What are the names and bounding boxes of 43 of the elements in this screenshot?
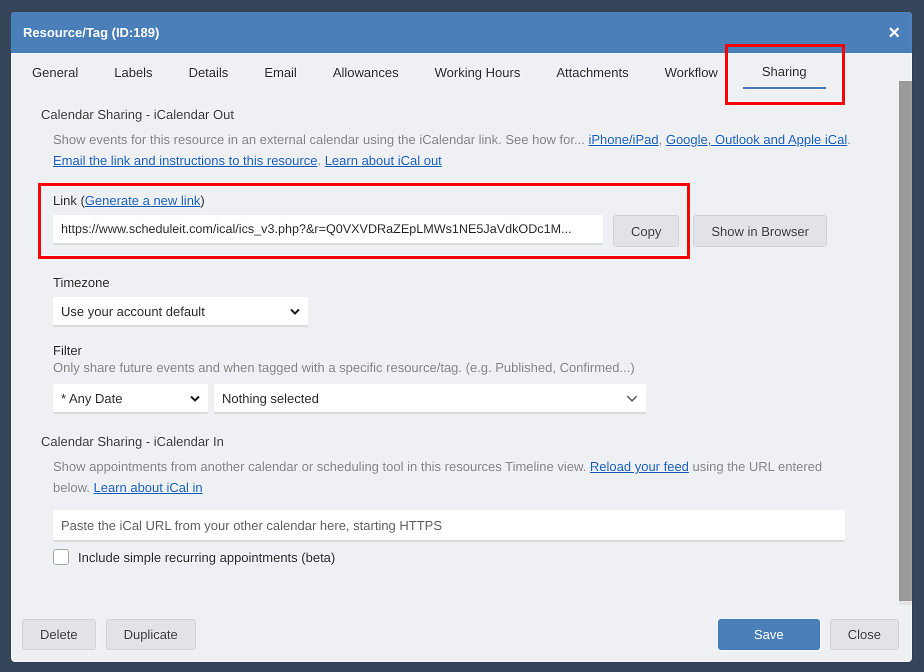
link[interactable]: Generate a new link bbox=[84, 193, 200, 208]
tab[interactable]: Details bbox=[178, 58, 240, 88]
link[interactable]: Learn about iCal in bbox=[93, 480, 203, 495]
tab[interactable]: General bbox=[21, 58, 90, 88]
close-button[interactable]: Close bbox=[830, 619, 899, 650]
hint-text: Only share future events and when tagged with a specific resource/tag. (e.g. Published, Confirmed...) bbox=[53, 360, 636, 375]
tab[interactable]: Working Hours bbox=[424, 58, 532, 88]
description-text: Show appointments from another calendar or scheduling tool in this resources Timeline view. Reload your feed using the URL entered below. Learn about iCal in bbox=[53, 458, 824, 497]
chevron-down-icon bbox=[626, 394, 638, 402]
field-label: Timezone bbox=[53, 275, 111, 290]
dropdown[interactable]: Nothing selected bbox=[214, 384, 646, 414]
copy-button[interactable]: Copy bbox=[613, 215, 680, 247]
show-in-browser-button[interactable]: Show in Browser bbox=[693, 215, 827, 247]
tab[interactable]: Email bbox=[253, 58, 308, 88]
link[interactable]: iPhone/iPad bbox=[588, 132, 659, 147]
tab[interactable]: Sharing bbox=[742, 58, 826, 88]
window-title: Resource/Tag (ID:189) bbox=[23, 25, 160, 40]
link-field[interactable]: https://www.scheduleit.com/ical/ics_v3.php?&r=Q0VXVDRaZEpLMWs1NE5JaVdkODc1M... bbox=[53, 215, 603, 245]
scrollbar[interactable] bbox=[899, 81, 912, 605]
tab[interactable]: Workflow bbox=[654, 58, 729, 88]
chevron-down-icon bbox=[190, 394, 200, 402]
tab[interactable]: Labels bbox=[103, 58, 164, 88]
footer-button[interactable]: Delete bbox=[22, 619, 96, 650]
link[interactable]: Google, Outlook and Apple iCal bbox=[666, 132, 848, 147]
dropdown[interactable]: * Any Date bbox=[53, 384, 208, 414]
field-label: Link (Generate a new link) bbox=[53, 193, 206, 208]
tab[interactable]: Attachments bbox=[545, 58, 640, 88]
save-button[interactable]: Save bbox=[718, 619, 820, 650]
link[interactable]: Reload your feed bbox=[590, 459, 689, 474]
link[interactable]: Email the link and instructions to this resource bbox=[53, 153, 318, 168]
tab[interactable]: Allowances bbox=[322, 58, 410, 88]
checkbox[interactable] bbox=[53, 549, 69, 565]
description-text: Show events for this resource in an external calendar using the iCalendar link. See how for... iPhone/iPad, Google, Outlook and Apple iCal. Email the link and instructions to this resource. Learn about iCal out bbox=[53, 131, 852, 170]
close-button[interactable]: × bbox=[888, 22, 900, 42]
url-input[interactable]: Paste the iCal URL from your other calendar here, starting HTTPS bbox=[53, 510, 845, 542]
footer-button[interactable]: Duplicate bbox=[106, 619, 196, 650]
section-heading: Calendar Sharing - iCalendar In bbox=[41, 434, 225, 449]
link[interactable]: Learn about iCal out bbox=[324, 153, 442, 168]
chevron-down-icon bbox=[290, 308, 300, 314]
section-heading: Calendar Sharing - iCalendar Out bbox=[41, 107, 235, 122]
dropdown[interactable]: Use your account default bbox=[53, 297, 308, 327]
field-label: Filter bbox=[53, 343, 83, 358]
checkbox-label: Include simple recurring appointments (beta) bbox=[78, 550, 336, 564]
